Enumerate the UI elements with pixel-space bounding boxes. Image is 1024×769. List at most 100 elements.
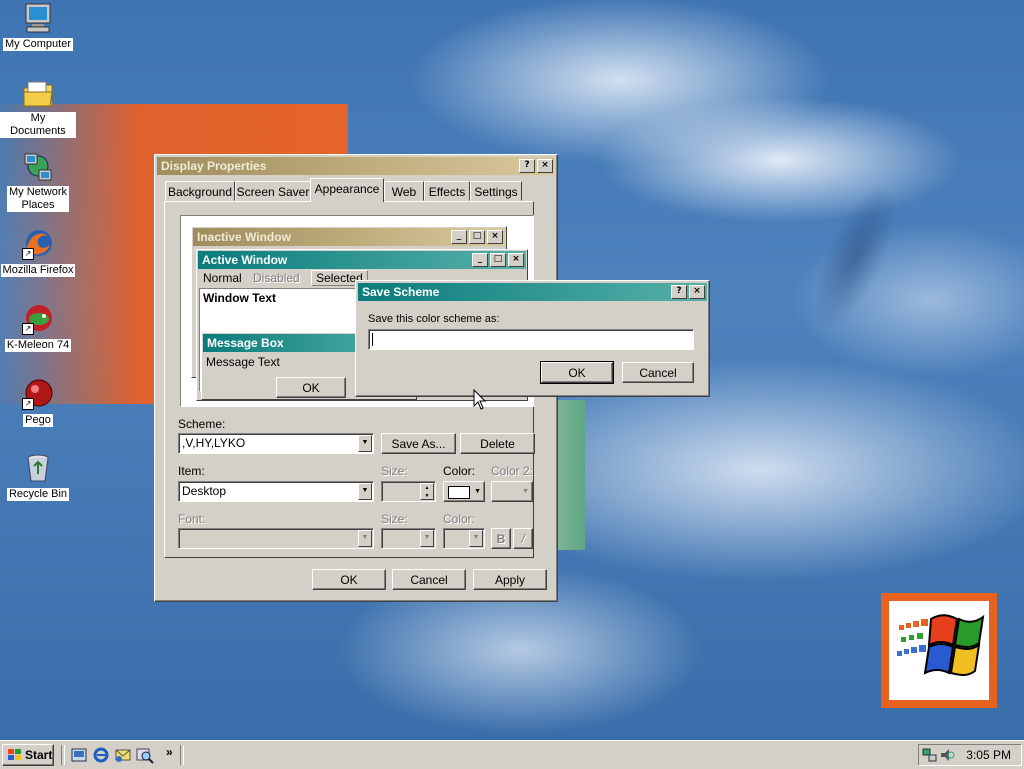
- minimize-icon: _: [451, 230, 467, 244]
- chevron-down-icon[interactable]: ▼: [358, 435, 372, 452]
- font-size-label: Size:: [381, 512, 408, 526]
- computer-icon: [22, 2, 54, 34]
- taskbar-separator: [61, 745, 65, 765]
- preview-menu-normal: Normal: [203, 271, 242, 285]
- search-icon[interactable]: [136, 746, 154, 764]
- tab-appearance[interactable]: Appearance: [310, 178, 384, 202]
- preview-menu-disabled: Disabled: [253, 271, 300, 285]
- delete-button[interactable]: Delete: [460, 433, 535, 454]
- desktop-icon-recycle-bin[interactable]: Recycle Bin: [0, 452, 76, 501]
- display-properties-titlebar[interactable]: Display Properties ? ×: [157, 157, 555, 175]
- pego-icon: ↗: [22, 378, 54, 410]
- help-button[interactable]: ?: [671, 285, 687, 299]
- windows-flag-icon: [8, 749, 21, 760]
- desktop-icon-label: K-Meleon 74: [4, 339, 72, 352]
- internet-explorer-icon[interactable]: [92, 746, 110, 764]
- scheme-value: ,V,HY,LYKO: [182, 436, 246, 450]
- item-select[interactable]: Desktop ▼: [178, 481, 374, 502]
- folder-icon: [22, 78, 54, 110]
- italic-button: /: [513, 528, 533, 549]
- desktop-icon-label: My Computer: [2, 38, 74, 51]
- shortcut-arrow-icon: ↗: [22, 248, 34, 260]
- help-button[interactable]: ?: [519, 159, 535, 173]
- desktop-icon-label: Pego: [23, 414, 53, 427]
- preview-msgbox-ok: OK: [276, 377, 346, 398]
- apply-button[interactable]: Apply: [473, 569, 547, 590]
- window-title: Display Properties: [161, 159, 267, 173]
- firefox-icon: ↗: [22, 228, 54, 260]
- item-size-spinner: ▲ ▼: [381, 481, 436, 502]
- dialog-title: Save Scheme: [362, 285, 440, 299]
- desktop-icon-my-documents[interactable]: My Documents: [0, 78, 76, 138]
- start-button[interactable]: Start: [2, 744, 54, 766]
- close-icon: ×: [487, 230, 503, 244]
- save-scheme-titlebar[interactable]: Save Scheme ? ×: [358, 283, 707, 301]
- start-label: Start: [25, 748, 53, 762]
- chevron-down-icon: ▼: [420, 530, 434, 547]
- chevron-down-icon: ▼: [358, 530, 372, 547]
- spinner-arrows-icon: ▲ ▼: [420, 483, 434, 500]
- tab-effects[interactable]: Effects: [424, 181, 470, 201]
- preview-active-title: Active Window: [202, 253, 288, 267]
- save-as-button[interactable]: Save As...: [381, 433, 456, 454]
- item-color-button[interactable]: ▼: [443, 481, 485, 502]
- minimize-icon: _: [472, 253, 488, 267]
- chevron-down-icon[interactable]: ▼: [358, 483, 372, 500]
- desktop-icon-my-computer[interactable]: My Computer: [0, 2, 76, 51]
- tab-web[interactable]: Web: [384, 181, 424, 201]
- clock[interactable]: 3:05 PM: [966, 748, 1011, 762]
- font-select: ▼: [178, 528, 374, 549]
- desktop-icon-my-network-places[interactable]: My Network Places: [0, 152, 76, 212]
- tab-settings[interactable]: Settings: [470, 181, 522, 201]
- item-color2-label: Color 2:: [491, 464, 534, 478]
- font-color-label: Color:: [443, 512, 476, 526]
- item-size-label: Size:: [381, 464, 408, 478]
- windows-logo: [881, 593, 997, 708]
- maximize-icon: □: [469, 230, 485, 244]
- shortcut-arrow-icon: ↗: [22, 398, 34, 410]
- close-icon: ×: [508, 253, 524, 267]
- chevron-down-icon: ▼: [522, 488, 529, 495]
- desktop-icon-label: My Network Places: [6, 186, 70, 212]
- desktop-icon-pego[interactable]: ↗ Pego: [0, 378, 76, 427]
- font-size-select: ▼: [381, 528, 436, 549]
- color-swatch: [448, 486, 470, 499]
- close-button[interactable]: ×: [537, 159, 553, 173]
- cancel-button[interactable]: Cancel: [392, 569, 466, 590]
- item-label: Item:: [178, 464, 205, 478]
- kmeleon-icon: ↗: [22, 303, 54, 335]
- scheme-name-input[interactable]: [368, 329, 694, 350]
- chevron-down-icon: ▼: [469, 530, 483, 547]
- desktop-icon-k-meleon[interactable]: ↗ K-Meleon 74: [0, 303, 76, 352]
- quick-launch: [70, 746, 154, 764]
- quick-launch-chevron[interactable]: »: [166, 745, 173, 759]
- bold-button: B: [491, 528, 511, 549]
- maximize-icon: □: [490, 253, 506, 267]
- save-scheme-ok-button[interactable]: OK: [540, 361, 614, 384]
- taskbar-separator: [180, 745, 184, 765]
- desktop-icon-label: My Documents: [0, 112, 76, 138]
- system-tray: 3:05 PM: [918, 744, 1022, 766]
- save-scheme-dialog: Save Scheme ? × Save this color scheme a…: [355, 280, 710, 397]
- tab-background[interactable]: Background: [165, 181, 235, 201]
- text-cursor: [372, 333, 373, 347]
- network-tray-icon[interactable]: [922, 747, 938, 763]
- tab-screen-saver[interactable]: Screen Saver: [235, 181, 311, 201]
- outlook-express-icon[interactable]: [114, 746, 132, 764]
- ok-button[interactable]: OK: [312, 569, 386, 590]
- font-color-select: ▼: [443, 528, 485, 549]
- volume-tray-icon[interactable]: [939, 747, 955, 763]
- item-color-label: Color:: [443, 464, 476, 478]
- desktop: My Computer My Documents My Network Place…: [0, 0, 1024, 740]
- desktop-icon-mozilla-firefox[interactable]: ↗ Mozilla Firefox: [0, 228, 76, 277]
- save-scheme-cancel-button[interactable]: Cancel: [622, 362, 694, 383]
- scheme-label: Scheme:: [178, 417, 226, 431]
- recycle-bin-icon: [22, 452, 54, 484]
- show-desktop-icon[interactable]: [70, 746, 88, 764]
- shortcut-arrow-icon: ↗: [22, 323, 34, 335]
- item-color2-button: ▼: [491, 481, 533, 502]
- scheme-select[interactable]: ,V,HY,LYKO ▼: [178, 433, 374, 454]
- item-value: Desktop: [182, 484, 227, 498]
- network-icon: [22, 152, 54, 184]
- close-button[interactable]: ×: [689, 285, 705, 299]
